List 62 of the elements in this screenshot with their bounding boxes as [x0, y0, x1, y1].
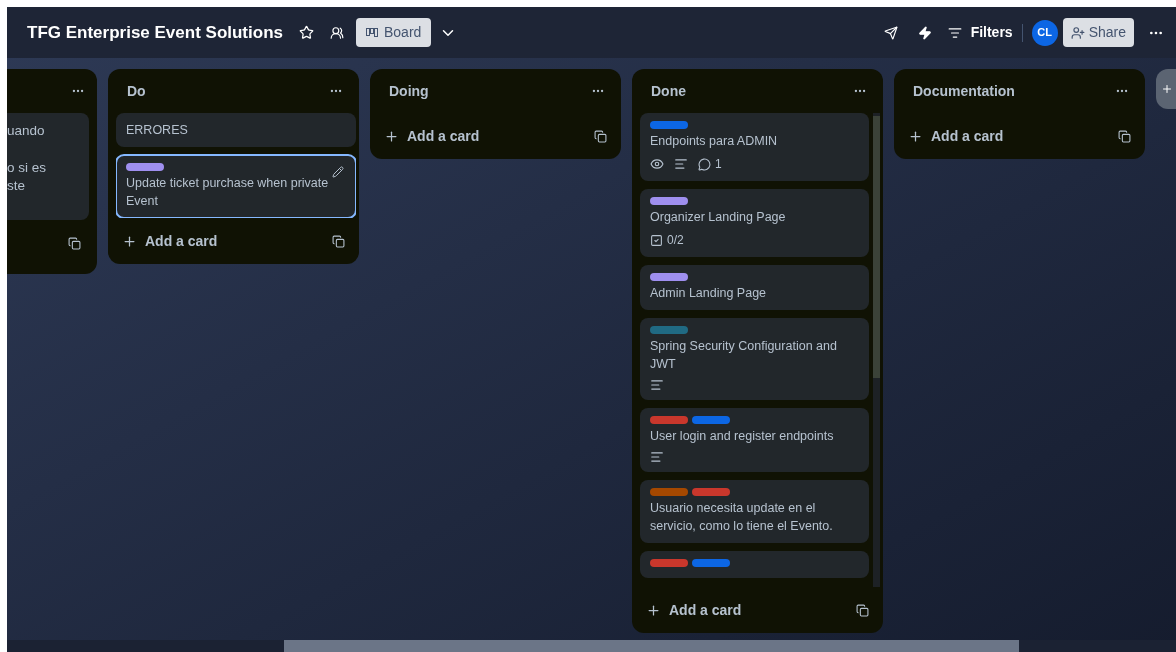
list-title[interactable]: Doing	[389, 80, 429, 102]
card-text: o si es	[7, 159, 48, 177]
scrollbar[interactable]	[873, 113, 880, 587]
card-title: Organizer Landing Page	[650, 209, 787, 226]
add-card-button[interactable]: Add a card	[908, 125, 1004, 147]
edit-icon[interactable]	[332, 166, 344, 178]
card-title: Update ticket purchase when private Event	[126, 175, 330, 210]
add-card-button[interactable]: Add a card	[646, 599, 742, 621]
filters-button[interactable]: Filters	[947, 22, 1013, 43]
card-text: ste	[7, 177, 26, 195]
card-title: ERRORES	[126, 122, 189, 139]
comment-count: 1	[715, 156, 722, 173]
people-icon[interactable]	[330, 25, 344, 40]
card[interactable]: uando o si es ste	[7, 113, 89, 220]
template-icon[interactable]	[332, 234, 345, 248]
description-icon	[650, 450, 664, 464]
description-icon	[674, 157, 688, 171]
card[interactable]: Usuario necesita update en el servicio, como lo tiene el Evento.	[640, 480, 869, 543]
plus-icon	[1161, 83, 1173, 95]
card-text: uando	[7, 122, 46, 140]
share-button[interactable]: Share	[1062, 18, 1134, 47]
eye-icon	[650, 157, 664, 171]
board-view-button[interactable]: Board	[356, 18, 432, 47]
card-title: Spring Security Configuration and JWT	[650, 338, 838, 373]
checklist-icon	[650, 233, 663, 247]
card[interactable]: Endpoints para ADMIN 1	[640, 113, 869, 181]
board-title[interactable]: TFG Enterprise Event Solutions	[27, 19, 283, 46]
user-avatar[interactable]: CL	[1031, 19, 1058, 46]
plus-icon	[908, 128, 923, 144]
template-icon[interactable]	[1118, 129, 1131, 143]
board-icon	[366, 27, 378, 38]
template-icon[interactable]	[68, 236, 81, 250]
add-card-button[interactable]: Add a card	[122, 230, 218, 252]
add-person-icon	[1070, 25, 1085, 40]
card[interactable]: User login and register endpoints	[640, 408, 869, 472]
card[interactable]: Organizer Landing Page 0/2	[640, 189, 869, 257]
list-title[interactable]: Done	[651, 80, 686, 102]
plus-icon	[384, 128, 399, 144]
list-title[interactable]: Documentation	[913, 80, 1015, 102]
card-title: Admin Landing Page	[650, 285, 768, 302]
lightning-icon[interactable]	[917, 25, 932, 40]
plus-icon	[122, 233, 137, 249]
template-icon[interactable]	[856, 603, 869, 617]
send-icon[interactable]	[883, 25, 898, 40]
card[interactable]: Admin Landing Page	[640, 265, 869, 310]
description-icon	[650, 378, 664, 392]
card[interactable]: Spring Security Configuration and JWT	[640, 318, 869, 400]
card[interactable]: Update ticket purchase when private Event	[116, 155, 356, 218]
filter-icon	[947, 25, 962, 40]
list-title[interactable]: Do	[127, 80, 146, 102]
horizontal-scrollbar[interactable]	[7, 640, 1176, 652]
checklist-count: 0/2	[667, 232, 684, 249]
comment-icon	[698, 157, 711, 171]
card-title: User login and register endpoints	[650, 428, 835, 445]
card[interactable]	[640, 551, 869, 578]
star-icon[interactable]	[299, 25, 314, 40]
card-title: Endpoints para ADMIN	[650, 133, 779, 150]
template-icon[interactable]	[594, 129, 607, 143]
add-card-button[interactable]: Add a card	[384, 125, 480, 147]
plus-icon	[646, 602, 661, 618]
card[interactable]: ERRORES	[116, 113, 356, 147]
card-title: Usuario necesita update en el servicio, como lo tiene el Evento.	[650, 500, 834, 535]
